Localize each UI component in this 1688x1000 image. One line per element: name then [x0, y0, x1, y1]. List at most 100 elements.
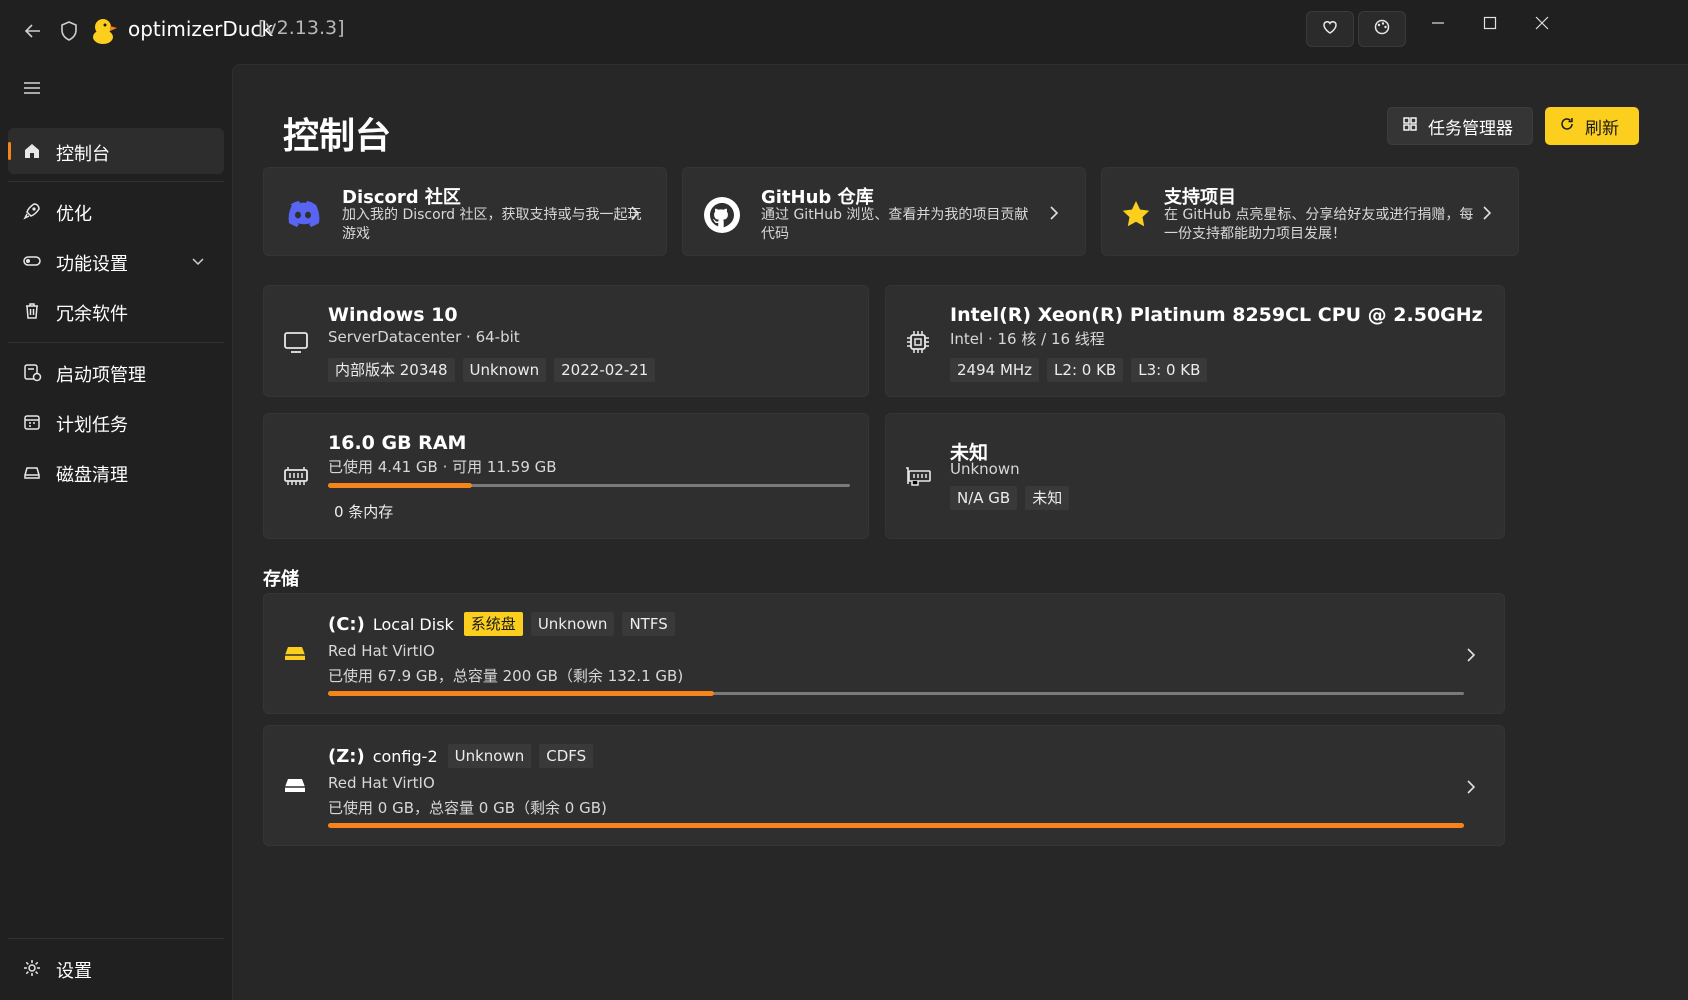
sidebar-item-label: 功能设置 [56, 254, 128, 275]
settings-label: 设置 [56, 961, 92, 982]
grid-icon [1402, 116, 1418, 137]
drive-usage: 已使用 0 GB，总容量 0 GB（剩余 0 GB) [328, 799, 607, 817]
refresh-label: 刷新 [1585, 118, 1619, 139]
drive-icon [282, 772, 308, 798]
os-name: Windows 10 [328, 304, 458, 326]
chevron-right-icon [1045, 204, 1063, 222]
active-indicator [8, 142, 11, 160]
tag: 0 条内存 [334, 503, 394, 521]
ram-info-card: 16.0 GB RAM 已使用 4.41 GB · 可用 11.59 GB 0 … [263, 413, 869, 539]
sidebar-item-dashboard[interactable]: 控制台 [8, 128, 224, 174]
cpu-info-card: Intel(R) Xeon(R) Platinum 8259CL CPU @ 2… [885, 285, 1505, 397]
sidebar-item-disk-cleanup[interactable]: 磁盘清理 [8, 449, 224, 495]
trash-icon [22, 301, 42, 321]
ram-tags: 0 条内存 [328, 500, 400, 524]
heart-icon [1321, 18, 1339, 41]
cpu-tags: 2494 MHz L2: 0 KB L3: 0 KB [950, 358, 1208, 382]
ram-total: 16.0 GB RAM [328, 432, 467, 454]
gpu-vendor: Unknown [950, 460, 1020, 478]
cpu-icon [904, 328, 932, 356]
theme-button[interactable] [1358, 11, 1406, 47]
tag: L3: 0 KB [1131, 358, 1208, 382]
task-manager-label: 任务管理器 [1428, 118, 1513, 139]
drive-icon [22, 462, 42, 482]
discord-icon [282, 194, 324, 236]
system-drive-badge: 系统盘 [463, 612, 523, 636]
chevron-right-icon [1478, 204, 1496, 222]
github-icon [701, 194, 743, 236]
memory-icon [282, 462, 310, 490]
gpu-icon [904, 462, 932, 490]
card-description: 加入我的 Discord 社区，获取支持或与我一起玩游戏 [342, 207, 642, 242]
cpu-vendor: Intel · 16 核 / 16 线程 [950, 330, 1105, 348]
os-tags: 内部版本 20348 Unknown 2022-02-21 [328, 358, 656, 382]
title-bar: optimizerDuck [v2.13.3] [0, 0, 1688, 60]
tag: Unknown [462, 358, 547, 382]
page-title: 控制台 [283, 116, 392, 157]
shield-icon [58, 20, 80, 42]
minimize-button[interactable] [1418, 10, 1458, 40]
card-description: 在 GitHub 点亮星标、分享给好友或进行捐赠，每一份支持都能助力项目发展！ [1164, 207, 1474, 242]
drive-usage-bar [328, 691, 1464, 696]
duck-logo-icon [90, 16, 120, 46]
gear-icon [22, 958, 42, 978]
drive-card[interactable]: (C:) Local Disk 系统盘 Unknown NTFS Red Hat… [263, 593, 1505, 714]
main-content: 控制台 任务管理器 刷新 Discord 社区 加入我的 Discord 社区，… [232, 64, 1688, 1000]
divider [8, 342, 224, 343]
divider [8, 938, 224, 939]
tag: NTFS [622, 612, 675, 636]
drive-letter: (C:) [328, 613, 365, 635]
sidebar-item-settings[interactable]: 设置 [8, 945, 224, 991]
drive-usage-fill [328, 823, 1464, 828]
star-icon [1120, 198, 1162, 240]
back-arrow-icon[interactable] [20, 18, 46, 44]
refresh-button[interactable]: 刷新 [1545, 107, 1639, 145]
drive-icon [282, 640, 308, 666]
chevron-right-icon [1462, 778, 1480, 796]
startup-icon [22, 362, 42, 382]
sidebar-item-label: 磁盘清理 [56, 465, 128, 486]
chevron-down-icon[interactable] [190, 253, 206, 269]
os-info-card: Windows 10 ServerDatacenter · 64-bit 内部版… [263, 285, 869, 397]
tag: Unknown [447, 744, 532, 768]
rocket-icon [22, 201, 42, 221]
support-card[interactable]: 支持项目 在 GitHub 点亮星标、分享给好友或进行捐赠，每一份支持都能助力项… [1101, 167, 1519, 256]
task-manager-button[interactable]: 任务管理器 [1387, 107, 1533, 145]
maximize-button[interactable] [1470, 10, 1510, 40]
drive-usage-fill [328, 691, 715, 696]
hamburger-menu-icon[interactable] [20, 76, 44, 100]
os-edition: ServerDatacenter · 64-bit [328, 328, 520, 346]
tag: Unknown [530, 612, 615, 636]
sidebar-item-scheduled-tasks[interactable]: 计划任务 [8, 399, 224, 445]
sidebar-item-label: 控制台 [56, 144, 110, 165]
tag: L2: 0 KB [1047, 358, 1124, 382]
sidebar-item-features[interactable]: 功能设置 [8, 238, 224, 284]
sidebar-item-startup[interactable]: 启动项管理 [8, 349, 224, 395]
sidebar-item-label: 启动项管理 [56, 365, 146, 386]
drive-name: config-2 [372, 746, 438, 766]
drive-letter: (Z:) [328, 745, 365, 767]
drive-header: (Z:) config-2 Unknown CDFS [328, 744, 594, 768]
sidebar-item-label: 优化 [56, 204, 92, 225]
card-description: 通过 GitHub 浏览、查看并为我的项目贡献代码 [761, 207, 1029, 242]
drive-model: Red Hat VirtIO [328, 774, 435, 792]
palette-icon [1373, 18, 1391, 41]
discord-card[interactable]: Discord 社区 加入我的 Discord 社区，获取支持或与我一起玩游戏 [263, 167, 667, 256]
sidebar-item-bloatware[interactable]: 冗余软件 [8, 288, 224, 334]
app-title: optimizerDuck [128, 17, 274, 41]
tag: 2022-02-21 [554, 358, 656, 382]
close-button[interactable] [1522, 10, 1562, 40]
cpu-name: Intel(R) Xeon(R) Platinum 8259CL CPU @ 2… [950, 304, 1483, 326]
app-version: [v2.13.3] [258, 17, 345, 39]
github-card[interactable]: GitHub 仓库 通过 GitHub 浏览、查看并为我的项目贡献代码 [682, 167, 1086, 256]
sidebar-item-label: 冗余软件 [56, 304, 128, 325]
ram-usage-fill [328, 483, 473, 488]
maximize-icon [1483, 15, 1497, 35]
sidebar-item-label: 计划任务 [56, 415, 128, 436]
sidebar-item-optimize[interactable]: 优化 [8, 188, 224, 234]
home-icon [22, 141, 42, 161]
drive-card[interactable]: (Z:) config-2 Unknown CDFS Red Hat VirtI… [263, 725, 1505, 846]
tag: N/A GB [950, 486, 1018, 510]
gpu-tags: N/A GB 未知 [950, 486, 1070, 510]
favorite-button[interactable] [1306, 11, 1354, 47]
